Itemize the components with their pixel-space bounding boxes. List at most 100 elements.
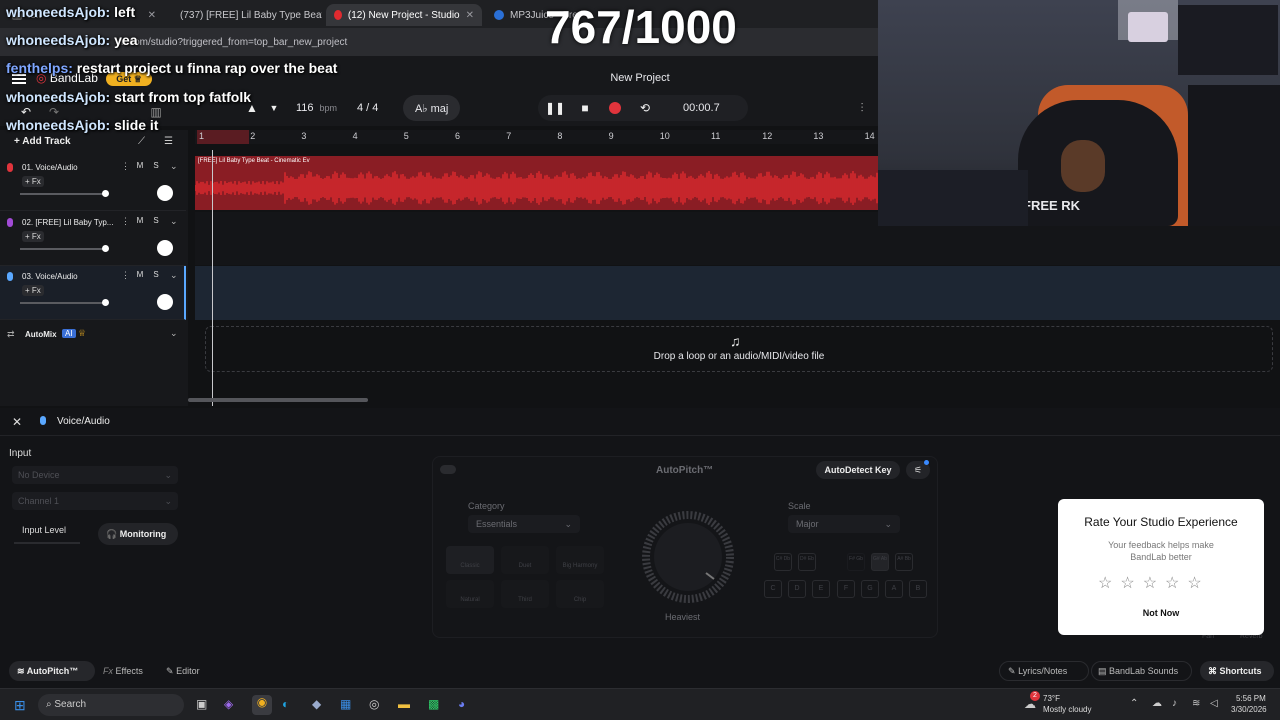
taskbar-search[interactable]: ⌕ Search — [38, 694, 184, 716]
device-select[interactable]: No Device ⌄ — [12, 466, 178, 484]
tab-editor[interactable]: ✎ Editor — [166, 666, 200, 677]
preset-duet[interactable]: Duet — [501, 546, 549, 574]
chevron-down-icon[interactable]: ⌄ — [170, 270, 178, 281]
windows-start-icon[interactable]: ⊞ — [14, 697, 26, 714]
preset-third[interactable]: Third — [501, 580, 549, 608]
loop-region[interactable] — [197, 130, 249, 144]
track-lane-selected[interactable] — [195, 266, 1280, 320]
chevron-up-icon[interactable]: ⌃ — [1130, 698, 1138, 709]
preset-big-harmony[interactable]: Big Harmony — [556, 546, 604, 574]
horizontal-scrollbar[interactable] — [188, 398, 368, 402]
timeline-ruler[interactable] — [195, 130, 880, 144]
chevron-down-icon[interactable]: ⌄ — [170, 328, 178, 339]
wifi-icon[interactable]: ≋ — [1192, 698, 1200, 709]
close-icon[interactable]: ✕ — [466, 10, 474, 21]
pause-icon[interactable]: ❚❚ — [543, 96, 567, 120]
add-track-button[interactable]: + Add Track — [14, 136, 71, 147]
note-key[interactable]: E — [812, 580, 830, 598]
scale-select[interactable]: Major ⌄ — [788, 515, 900, 533]
solo-button[interactable]: S — [150, 270, 162, 279]
more-icon[interactable]: ⋮ — [121, 161, 130, 172]
copilot-icon[interactable]: ◈ — [224, 697, 233, 711]
chevron-down-icon[interactable]: ⌄ — [170, 216, 178, 227]
mixer-icon[interactable]: ⫶ — [850, 96, 874, 120]
note-key[interactable]: C — [764, 580, 782, 598]
lyrics-notes-button[interactable]: ✎ Lyrics/Notes — [999, 661, 1089, 681]
playhead[interactable] — [212, 150, 213, 406]
note-key[interactable]: B — [909, 580, 927, 598]
note-key[interactable]: A — [885, 580, 903, 598]
solo-button[interactable]: S — [150, 216, 162, 225]
preset-chip[interactable]: Chip — [556, 580, 604, 608]
automix-row[interactable]: ⇄ AutoMix AI ♕ ⌄ — [0, 325, 188, 345]
project-title[interactable]: New Project — [580, 72, 700, 84]
bandlab-sounds-button[interactable]: ▤ BandLab Sounds — [1091, 661, 1192, 681]
track-name[interactable]: 01. Voice/Audio — [22, 163, 78, 172]
mute-button[interactable]: M — [134, 161, 146, 170]
track-header[interactable]: 02. [FREE] Lil Baby Typ... + Fx ⋮ M S ⌄ — [0, 212, 186, 266]
volume-handle[interactable] — [102, 190, 109, 197]
add-fx-button[interactable]: + Fx — [22, 285, 44, 296]
url-text[interactable]: m.com/studio?triggered_from=top_bar_new_… — [118, 37, 347, 48]
mic-icon[interactable]: ♪ — [1172, 698, 1177, 709]
file-explorer-icon[interactable]: ▬ — [398, 697, 410, 711]
star-icon[interactable]: ☆ — [1187, 575, 1209, 592]
loop-icon[interactable]: ⟲ — [633, 96, 657, 120]
monitoring-button[interactable]: 🎧 Monitoring — [98, 523, 178, 545]
tempo-display[interactable]: 116 bpm — [296, 95, 337, 121]
edge-icon[interactable]: ◐ — [282, 697, 289, 711]
star-icon[interactable]: ☆ — [1165, 575, 1187, 592]
preset-natural[interactable]: Natural — [446, 580, 494, 608]
pan-knob[interactable] — [157, 185, 173, 201]
key-selector[interactable]: A♭ maj — [403, 95, 461, 121]
task-view-icon[interactable]: ▣ — [196, 697, 207, 711]
category-select[interactable]: Essentials ⌄ — [468, 515, 580, 533]
store-icon[interactable]: ▦ — [340, 697, 351, 711]
key-c-sharp[interactable]: C# Db — [774, 553, 792, 571]
clock-time[interactable]: 5:56 PM — [1236, 694, 1266, 703]
key-d-sharp[interactable]: D# Eb — [798, 553, 816, 571]
time-signature[interactable]: 4 / 4 — [357, 95, 378, 121]
key-f-sharp[interactable]: F# Gb — [847, 553, 865, 571]
automation-icon[interactable]: ⟋ — [138, 136, 145, 147]
mute-button[interactable]: M — [134, 216, 146, 225]
tab-effects[interactable]: Fx Effects — [103, 666, 143, 676]
xbox-icon[interactable]: ◎ — [369, 697, 379, 711]
clock-date[interactable]: 3/30/2026 — [1231, 705, 1267, 714]
star-icon[interactable]: ☆ — [1143, 575, 1165, 592]
volume-slider[interactable] — [20, 193, 106, 195]
track-header-selected[interactable]: 03. Voice/Audio + Fx ⋮ M S ⌄ — [0, 266, 186, 320]
key-g-sharp[interactable]: G# Ab — [871, 553, 889, 571]
add-fx-button[interactable]: + Fx — [22, 231, 44, 242]
chevron-down-icon[interactable]: ⌄ — [170, 161, 178, 172]
mute-button[interactable]: M — [134, 270, 146, 279]
note-key[interactable]: D — [788, 580, 806, 598]
settings-icon[interactable]: ☰ — [164, 136, 173, 147]
volume-slider[interactable] — [20, 248, 106, 250]
key-a-sharp[interactable]: A# Bb — [895, 553, 913, 571]
more-icon[interactable]: ⋮ — [121, 270, 130, 281]
track-name[interactable]: 03. Voice/Audio — [22, 272, 78, 281]
shortcuts-button[interactable]: ⌘ Shortcuts — [1200, 661, 1274, 681]
volume-handle[interactable] — [102, 245, 109, 252]
star-icon[interactable]: ☆ — [1120, 575, 1142, 592]
star-icon[interactable]: ☆ — [1098, 575, 1120, 592]
cloud-icon[interactable]: ☁ — [1152, 698, 1162, 709]
star-rating[interactable]: ☆☆☆☆☆ — [1098, 573, 1228, 593]
pan-knob[interactable] — [157, 294, 173, 310]
volume-slider[interactable] — [20, 302, 106, 304]
stop-icon[interactable]: ■ — [573, 96, 597, 120]
app-icon[interactable]: ▩ — [428, 697, 439, 711]
chevron-down-icon[interactable]: ▼ — [262, 96, 286, 120]
close-icon[interactable]: ✕ — [12, 415, 22, 429]
tab-autopitch[interactable]: ≋ AutoPitch™ — [9, 661, 95, 681]
volume-handle[interactable] — [102, 299, 109, 306]
preset-classic[interactable]: Classic — [446, 546, 494, 574]
chrome-icon[interactable]: ◉ — [252, 695, 272, 715]
pitch-knob[interactable] — [630, 505, 746, 605]
add-fx-button[interactable]: + Fx — [22, 176, 44, 187]
discord-icon[interactable]: ◕ — [458, 697, 465, 711]
browser-tab[interactable]: (737) [FREE] Lil Baby Type Beat ✕ — [166, 4, 322, 26]
channel-select[interactable]: Channel 1 ⌄ — [12, 492, 178, 510]
track-header[interactable]: 01. Voice/Audio + Fx ⋮ M S ⌄ — [0, 157, 186, 211]
